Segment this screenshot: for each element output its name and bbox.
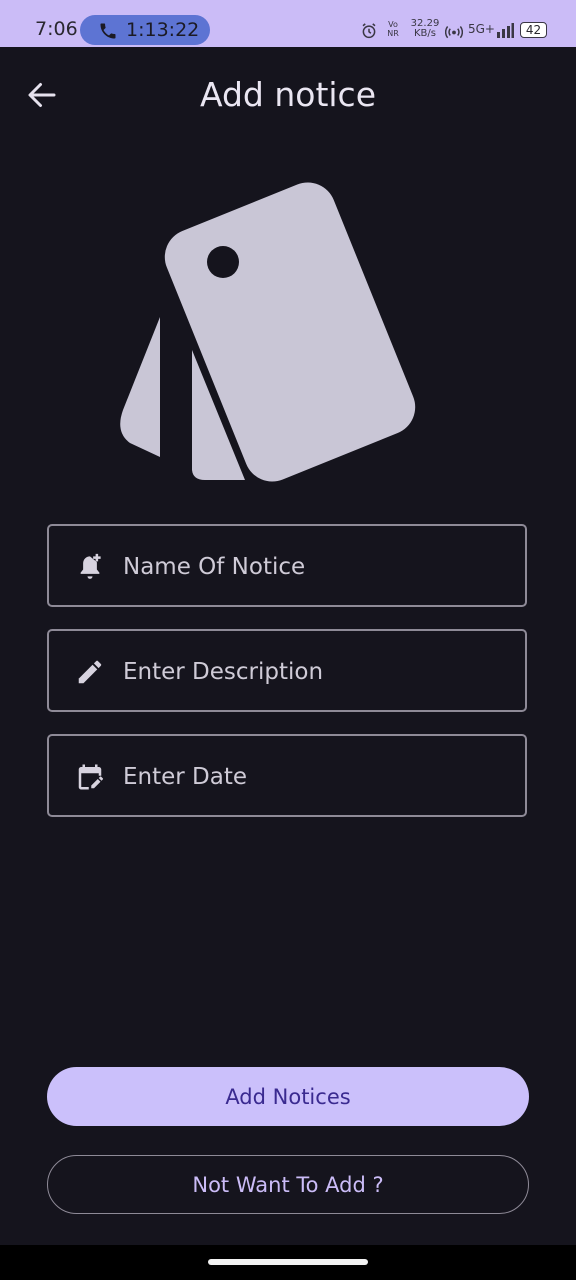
notice-tags-illustration [120,182,416,482]
back-tag-shape [120,317,160,457]
nr-label: NR [387,29,399,38]
volte-nr-indicator: Vo NR [386,20,400,38]
notice-name-field[interactable] [47,524,527,607]
vo-label: Vo [388,20,398,29]
status-bar: 7:06 1:13:22 Vo NR 32.29 KB/s 5G+ 42 [0,0,576,47]
date-field[interactable] [47,734,527,817]
alarm-icon [362,23,376,39]
battery-indicator: 42 [520,22,547,38]
notice-name-input[interactable] [121,526,515,607]
cancel-add-button[interactable]: Not Want To Add ? [47,1155,529,1214]
edit-calendar-icon [78,764,104,790]
system-nav-bar [0,1245,576,1280]
status-time: 7:06 [35,18,78,40]
description-field[interactable] [47,629,527,712]
app-header: Add notice [0,47,576,147]
description-input[interactable] [121,631,515,712]
call-timer: 1:13:22 [126,19,200,41]
hotspot-icon [445,26,463,39]
network-type: 5G+ [468,22,495,36]
home-indicator[interactable] [208,1259,368,1265]
net-speed-unit: KB/s [414,28,436,39]
network-speed: 32.29 KB/s [408,19,442,39]
edit-pencil-icon [78,660,102,684]
tag-hole [207,246,239,278]
add-alert-icon [80,553,101,579]
page-title: Add notice [199,75,377,114]
add-notices-button[interactable]: Add Notices [47,1067,529,1126]
ongoing-call-pill[interactable]: 1:13:22 [80,15,210,45]
date-input[interactable] [121,736,515,817]
phone-icon [100,23,116,39]
signal-icon [497,23,514,38]
